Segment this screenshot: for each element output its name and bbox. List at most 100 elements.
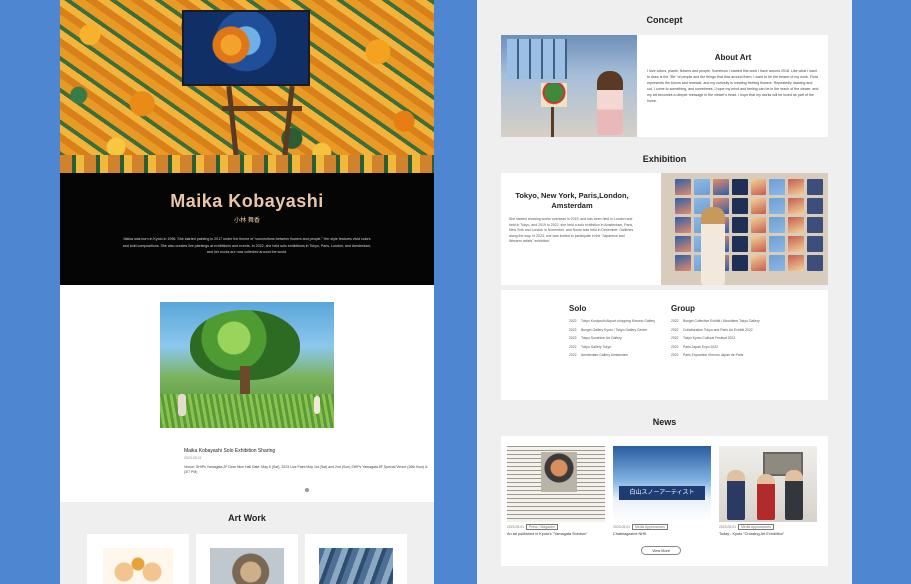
group-event: Bungei Collective Exhibit / Abouttime To… <box>683 319 760 323</box>
wall-painting <box>769 198 786 214</box>
concept-photo-painting <box>541 83 567 107</box>
group-year: 2022 <box>671 344 679 349</box>
news-meta: 2023.05.01 Media Appearances <box>719 524 819 530</box>
group-row: 2022 Tokyo Kyoto Cultural Festival 2022 <box>671 336 811 341</box>
news-item-title[interactable]: An ad published in Kyoto's "Yamagata Shi… <box>507 532 607 536</box>
news-thumbnail[interactable] <box>507 446 605 522</box>
solo-year: 2022 <box>569 336 577 341</box>
group-row: 2022 Paris Japan Expo 2022 <box>671 345 811 350</box>
artist-name: Maika Kobayashi <box>170 191 324 211</box>
concept-photo-artist <box>597 71 623 135</box>
news-meta: 2023.05.01 Media Appearances <box>613 524 713 530</box>
artist-bio: Maika was born in Kyoto in 1996. She sta… <box>122 237 372 255</box>
painting-figure <box>178 394 186 416</box>
solo-year: 2022 <box>569 353 577 358</box>
group-column: Group 2022 Bungei Collective Exhibit / Ab… <box>671 304 811 362</box>
featured-news-date: 2023.05.01 <box>184 456 202 460</box>
news-tag[interactable]: Press / Magazine <box>525 524 559 530</box>
wall-painting <box>731 217 748 233</box>
news-date: 2023.05.01 <box>613 525 630 529</box>
carousel-dot[interactable] <box>305 488 309 492</box>
group-event: Paris Japan Expo 2022 <box>683 344 719 349</box>
hero-canvas-flower <box>210 22 252 68</box>
exhibition-history-card: Solo 2022 Tokyo Kuniyoshi Airport shoppin… <box>501 290 828 400</box>
news-tag[interactable]: Media Appearances <box>631 524 668 530</box>
hero-image <box>60 0 434 173</box>
news-item-title[interactable]: Today - Kyoto "Crossing Art Exhibition" <box>719 532 819 536</box>
artist-intro: Maika Kobayashi 小林 舞香 Maika was born in … <box>60 173 434 285</box>
wall-painting <box>731 179 748 195</box>
featured-painting[interactable] <box>160 302 334 428</box>
group-row: 2022 Bungei Collective Exhibit / Abouttim… <box>671 319 811 324</box>
exhibition-photo-artist <box>701 207 725 285</box>
concept-photo <box>501 35 637 137</box>
news-item-title[interactable]: Chatmagazine NHK <box>613 532 713 536</box>
news-thumbnail-person <box>727 470 745 520</box>
exhibition-title: Exhibition <box>642 154 687 164</box>
easel-bar <box>222 106 302 111</box>
artwork-card[interactable] <box>305 534 407 584</box>
news-thumbnail-photo <box>541 452 577 492</box>
wall-painting <box>807 236 823 252</box>
wall-painting <box>731 255 748 271</box>
wall-painting <box>769 236 786 252</box>
wall-painting <box>675 236 691 252</box>
group-title: Group <box>671 304 695 313</box>
solo-year: 2022 <box>569 319 577 323</box>
wall-painting <box>788 217 805 233</box>
news-thumbnail[interactable]: 白山スノーアーティスト <box>613 446 711 522</box>
artwork-section: Art Work <box>60 502 434 584</box>
group-row: 2022 Paris Exposition Kimono Japan de Par… <box>671 353 811 358</box>
wall-painting <box>750 179 767 195</box>
artist-name-ja: 小林 舞香 <box>234 218 260 224</box>
view-more-button[interactable]: View More <box>641 546 681 555</box>
artwork-card[interactable] <box>87 534 189 584</box>
news-tag[interactable]: Media Appearances <box>737 524 774 530</box>
wall-painting <box>693 179 710 195</box>
wall-painting <box>769 255 786 271</box>
wall-painting <box>807 217 823 233</box>
wall-painting <box>807 255 823 271</box>
wall-painting <box>807 179 823 195</box>
exhibition-text-block: Tokyo, New York, Paris,London, Amsterdam… <box>509 191 635 245</box>
featured-news-venue: Venue: SHIPs Yamagata 2F Dear Nice Hall … <box>184 465 428 474</box>
wall-painting <box>675 179 691 195</box>
group-year: 2022 <box>671 336 679 341</box>
wall-painting <box>769 179 786 195</box>
group-event: Tokyo Kyoto Cultural Festival 2022 <box>683 336 736 341</box>
easel-leg-right <box>282 85 295 157</box>
exhibition-heading: Tokyo, New York, Paris,London, Amsterdam <box>515 191 629 210</box>
featured-news-caption: Maika Kobayashi Solo Exhibition Sharing … <box>184 448 434 475</box>
painting-grass <box>160 394 334 428</box>
about-art: About Art I love colors, plants, flowers… <box>647 53 819 104</box>
exhibition-text: She started showing works overseas in 20… <box>509 217 634 244</box>
group-year: 2022 <box>671 353 679 358</box>
concept-title: Concept <box>646 15 683 25</box>
group-row: 2022 Collaboration Tokyo and Paris Art Ex… <box>671 328 811 333</box>
news-meta: 2023.05.01 Press / Magazine <box>507 524 607 530</box>
artwork-card[interactable] <box>196 534 298 584</box>
artwork-image <box>319 548 393 584</box>
wall-painting <box>731 236 748 252</box>
wall-painting <box>769 217 786 233</box>
exhibition-photo <box>661 173 828 285</box>
wall-painting <box>750 236 767 252</box>
concept-card: About Art I love colors, plants, flowers… <box>501 35 828 137</box>
wall-painting <box>675 198 691 214</box>
group-event: Paris Exposition Kimono Japan de Paris <box>683 353 744 358</box>
wall-painting <box>750 198 767 214</box>
wall-painting <box>788 179 805 195</box>
solo-year: 2022 <box>569 344 577 349</box>
wall-painting <box>750 217 767 233</box>
artwork-image <box>210 548 284 584</box>
artwork-image <box>103 548 173 584</box>
news-thumbnail[interactable] <box>719 446 817 522</box>
wall-painting <box>731 198 748 214</box>
group-year: 2022 <box>671 319 679 323</box>
wall-painting <box>675 255 691 271</box>
concept-photo-window <box>507 39 567 79</box>
featured-news-title[interactable]: Maika Kobayashi Solo Exhibition Sharing <box>184 448 434 454</box>
group-year: 2022 <box>671 327 679 332</box>
wall-painting <box>675 217 691 233</box>
news-thumbnail-person <box>757 474 775 520</box>
